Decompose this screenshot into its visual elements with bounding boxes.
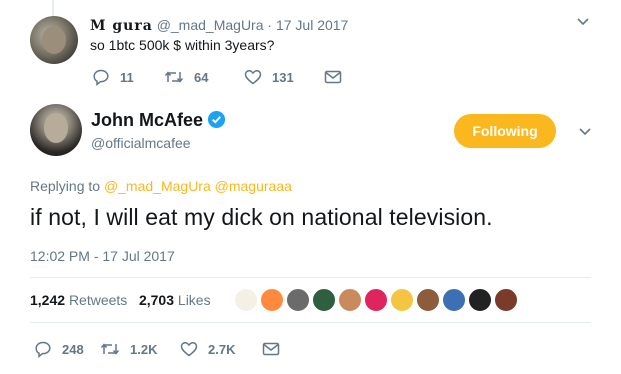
reply-count: 248: [62, 341, 84, 357]
envelope-icon: [324, 70, 342, 84]
liker-avatar[interactable]: [468, 288, 492, 312]
likes-stat[interactable]: 2,703 Likes: [139, 292, 211, 308]
retweet-count: 64: [194, 69, 209, 85]
engagement-stats: 1,242 Retweets 2,703 Likes: [30, 292, 211, 308]
reply-separator: ·: [267, 17, 273, 33]
reply-button[interactable]: 248: [34, 340, 100, 358]
tweet-actions: 248 1.2K 2.7K: [34, 340, 280, 358]
message-button[interactable]: [324, 70, 342, 84]
divider: [30, 322, 591, 323]
liker-avatar[interactable]: [234, 288, 258, 312]
reply-tweet-text: so 1btc 500k $ within 3years?: [90, 37, 275, 53]
like-count: 2.7K: [208, 341, 236, 357]
retweet-icon: [100, 343, 120, 355]
tweet-text: if not, I will eat my dick on national t…: [30, 204, 493, 230]
liker-avatar[interactable]: [312, 288, 336, 312]
liker-avatar[interactable]: [442, 288, 466, 312]
liker-avatar[interactable]: [286, 288, 310, 312]
like-button[interactable]: 2.7K: [180, 341, 262, 357]
author-avatar[interactable]: [30, 104, 82, 156]
envelope-icon: [262, 342, 280, 356]
retweet-button[interactable]: 64: [164, 69, 244, 85]
like-count: 131: [272, 69, 294, 85]
avatar-face: [42, 26, 66, 54]
liker-avatar[interactable]: [390, 288, 414, 312]
retweets-stat[interactable]: 1,242 Retweets: [30, 292, 127, 308]
chevron-down-icon[interactable]: [578, 124, 592, 141]
reply-author-handle[interactable]: @_mad_MagUra: [157, 17, 264, 33]
likes-stat-count: 2,703: [138, 292, 175, 308]
reply-author-name[interactable]: M gura: [90, 18, 153, 34]
divider: [30, 277, 591, 278]
replying-prefix: Replying to: [30, 178, 101, 194]
verified-badge-icon: [207, 110, 226, 129]
reply-button[interactable]: 11: [92, 68, 164, 86]
avatar[interactable]: [30, 16, 78, 64]
liker-avatar[interactable]: [260, 288, 284, 312]
author-avatar-face: [44, 113, 68, 143]
reply-tweet-actions: 11 64 131: [92, 68, 342, 86]
liker-avatar[interactable]: [494, 288, 518, 312]
liker-avatar[interactable]: [338, 288, 362, 312]
author-name[interactable]: John McAfee: [91, 110, 203, 131]
liker-avatar[interactable]: [364, 288, 388, 312]
retweet-count: 1.2K: [130, 341, 158, 357]
retweet-icon: [164, 71, 184, 83]
tweet-timestamp[interactable]: 12:02 PM - 17 Jul 2017: [30, 248, 175, 264]
reply-tweet-header: M gura @_mad_MagUra · 17 Jul 2017: [90, 16, 348, 35]
chevron-down-icon[interactable]: [576, 14, 590, 31]
retweets-stat-label: Retweets: [68, 292, 128, 308]
retweet-button[interactable]: 1.2K: [100, 341, 180, 357]
heart-icon: [244, 70, 262, 85]
reply-icon: [35, 341, 51, 358]
reply-date[interactable]: 17 Jul 2017: [276, 17, 348, 33]
likes-stat-label: Likes: [177, 292, 211, 308]
reply-icon: [93, 69, 109, 86]
following-button[interactable]: Following: [454, 114, 556, 148]
liker-avatar[interactable]: [416, 288, 440, 312]
message-button[interactable]: [262, 342, 280, 356]
author-handle[interactable]: @officialmcafee: [91, 135, 191, 151]
replying-to: Replying to @_mad_MagUra @maguraaa: [30, 178, 292, 194]
retweets-stat-count: 1,242: [30, 292, 66, 308]
replying-to-handles[interactable]: @_mad_MagUra @maguraaa: [104, 178, 292, 194]
liker-avatars: [234, 288, 520, 312]
like-button[interactable]: 131: [244, 69, 324, 85]
reply-count: 11: [120, 69, 134, 85]
heart-icon: [180, 342, 198, 357]
